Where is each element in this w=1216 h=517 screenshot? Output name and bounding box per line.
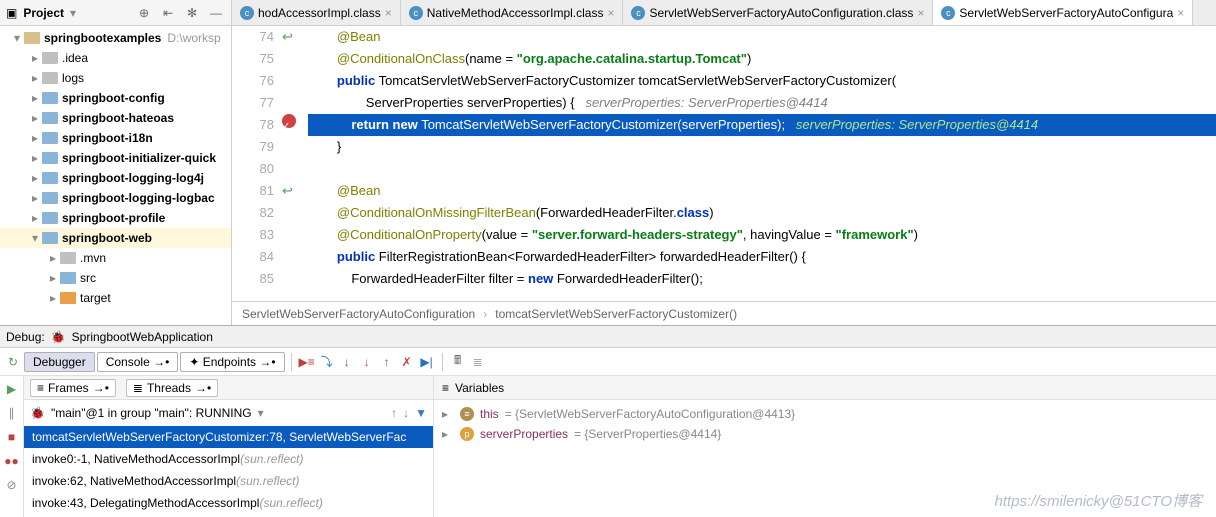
editor-tab[interactable]: cNativeMethodAccessorImpl.class× [401, 0, 624, 25]
tree-item[interactable]: ▸springboot-initializer-quick [0, 148, 231, 168]
step-into-icon[interactable]: ↓ [338, 353, 356, 371]
rerun-icon[interactable]: ↻ [4, 353, 22, 371]
variables-tree[interactable]: ▸≡this = {ServletWebServerFactoryAutoCon… [434, 400, 1216, 448]
show-exec-point-icon[interactable]: ▶≡ [298, 353, 316, 371]
target-icon[interactable]: ⊕ [135, 4, 153, 22]
editor-tab[interactable]: cServletWebServerFactoryAutoConfigura× [933, 0, 1193, 25]
collapse-icon[interactable]: ⇤ [159, 4, 177, 22]
debugger-tab[interactable]: Debugger [24, 352, 95, 372]
bug-icon: 🐞 [30, 406, 45, 420]
frames-tab[interactable]: ≡ Frames →• [30, 379, 116, 397]
debug-toolbar: ↻ Debugger Console →• ✦ Endpoints →• ▶≡ … [0, 348, 1216, 376]
tree-item[interactable]: ▸springboot-hateoas [0, 108, 231, 128]
debug-label: Debug: [6, 330, 45, 344]
stop-icon[interactable]: ■ [3, 428, 21, 446]
class-file-icon: c [240, 6, 254, 20]
mute-breakpoints-icon[interactable]: ⊘ [3, 476, 21, 494]
editor-tabs: chodAccessorImpl.class×cNativeMethodAcce… [232, 0, 1216, 26]
prev-frame-icon[interactable]: ↑ [391, 406, 397, 420]
breadcrumb-method[interactable]: tomcatServletWebServerFactoryCustomizer(… [495, 307, 737, 321]
tree-item[interactable]: ▸springboot-profile [0, 208, 231, 228]
stack-frame[interactable]: tomcatServletWebServerFactoryCustomizer:… [24, 426, 433, 448]
step-out-icon[interactable]: ↑ [378, 353, 396, 371]
resume-icon[interactable]: ▶ [3, 380, 21, 398]
tree-item[interactable]: ▸springboot-config [0, 88, 231, 108]
hide-icon[interactable]: — [207, 4, 225, 22]
stack-frame[interactable]: invoke0:-1, NativeMethodAccessorImpl (su… [24, 448, 433, 470]
project-title: Project [23, 6, 64, 20]
tree-item[interactable]: ▸springboot-i18n [0, 128, 231, 148]
tree-item[interactable]: ▸target [0, 288, 231, 308]
tree-item[interactable]: ▸springboot-logging-logbac [0, 188, 231, 208]
frames-panel: ≡ Frames →• ≣ Threads →• 🐞 "main"@1 in g… [24, 376, 434, 517]
editor-panel: chodAccessorImpl.class×cNativeMethodAcce… [232, 0, 1216, 325]
filter-icon[interactable]: ▼ [415, 406, 427, 420]
stack-frame[interactable]: invoke:43, DelegatingMethodAccessorImpl … [24, 492, 433, 514]
tree-item[interactable]: ▸logs [0, 68, 231, 88]
close-icon[interactable]: × [1177, 6, 1184, 20]
variable-row[interactable]: ▸≡this = {ServletWebServerFactoryAutoCon… [442, 404, 1208, 424]
close-icon[interactable]: × [917, 6, 924, 20]
code[interactable]: @Bean @ConditionalOnClass(name = "org.ap… [302, 26, 1216, 301]
breadcrumb[interactable]: ServletWebServerFactoryAutoConfiguration… [232, 301, 1216, 325]
tree-item[interactable]: ▸.mvn [0, 248, 231, 268]
pause-icon[interactable]: ∥ [3, 404, 21, 422]
tree-item[interactable]: ▾springboot-web [0, 228, 231, 248]
run-config-name[interactable]: SpringbootWebApplication [72, 330, 213, 344]
evaluate-icon[interactable]: 🖩 [449, 353, 467, 371]
anno-col[interactable]: ↩ ↩ [282, 26, 302, 301]
debug-header: Debug: 🐞 SpringbootWebApplication [0, 326, 1216, 348]
project-tool-window: ▣ Project ▾ ⊕ ⇤ ✻ — ▾ springbootexamples… [0, 0, 232, 325]
tree-item[interactable]: ▸src [0, 268, 231, 288]
settings-icon[interactable]: ✻ [183, 4, 201, 22]
variables-label: Variables [455, 381, 504, 395]
breadcrumb-class[interactable]: ServletWebServerFactoryAutoConfiguration [242, 307, 475, 321]
threads-tab[interactable]: ≣ Threads →• [126, 379, 218, 397]
force-step-into-icon[interactable]: ↓ [358, 353, 376, 371]
breadcrumb-sep: › [483, 307, 487, 321]
class-file-icon: c [631, 6, 645, 20]
close-icon[interactable]: × [385, 6, 392, 20]
tree-item[interactable]: ▸.idea [0, 48, 231, 68]
debug-left-buttons: ▶ ∥ ■ ●● ⊘ [0, 376, 24, 517]
editor-tab[interactable]: chodAccessorImpl.class× [232, 0, 401, 25]
close-icon[interactable]: × [607, 6, 614, 20]
code-area[interactable]: 747576777879808182838485 ↩ ↩ @Bean @Cond… [232, 26, 1216, 301]
project-icon: ▣ [6, 6, 17, 20]
project-header: ▣ Project ▾ ⊕ ⇤ ✻ — [0, 0, 231, 26]
class-file-icon: c [941, 6, 955, 20]
gutter[interactable]: 747576777879808182838485 [232, 26, 282, 301]
view-breakpoints-icon[interactable]: ●● [3, 452, 21, 470]
thread-selector[interactable]: 🐞 "main"@1 in group "main": RUNNING ▾ ↑ … [24, 400, 433, 426]
variable-row[interactable]: ▸pserverProperties = {ServerProperties@4… [442, 424, 1208, 444]
tree-item[interactable]: ▸springboot-logging-log4j [0, 168, 231, 188]
debug-tool-window: Debug: 🐞 SpringbootWebApplication ↻ Debu… [0, 325, 1216, 517]
bug-icon: 🐞 [51, 330, 66, 344]
class-file-icon: c [409, 6, 423, 20]
vars-icon: ≡ [442, 381, 449, 395]
console-tab[interactable]: Console →• [97, 352, 179, 372]
stack-frame[interactable]: invoke:62, NativeMethodAccessorImpl (sun… [24, 470, 433, 492]
variables-panel: ≡ Variables ▸≡this = {ServletWebServerFa… [434, 376, 1216, 517]
project-tree[interactable]: ▾ springbootexamples D:\worksp ▸.idea▸lo… [0, 26, 231, 325]
tree-root[interactable]: ▾ springbootexamples D:\worksp [0, 28, 231, 48]
editor-tab[interactable]: cServletWebServerFactoryAutoConfiguratio… [623, 0, 933, 25]
stack-frames[interactable]: tomcatServletWebServerFactoryCustomizer:… [24, 426, 433, 517]
trace-icon[interactable]: ≣ [469, 353, 487, 371]
drop-frame-icon[interactable]: ✗ [398, 353, 416, 371]
run-to-cursor-icon[interactable]: ▶| [418, 353, 436, 371]
next-frame-icon[interactable]: ↓ [403, 406, 409, 420]
folder-icon [24, 32, 40, 44]
thread-name: "main"@1 in group "main": RUNNING [51, 406, 252, 420]
step-over-icon[interactable]: ⤵ [318, 353, 336, 371]
endpoints-tab[interactable]: ✦ Endpoints →• [180, 352, 284, 372]
